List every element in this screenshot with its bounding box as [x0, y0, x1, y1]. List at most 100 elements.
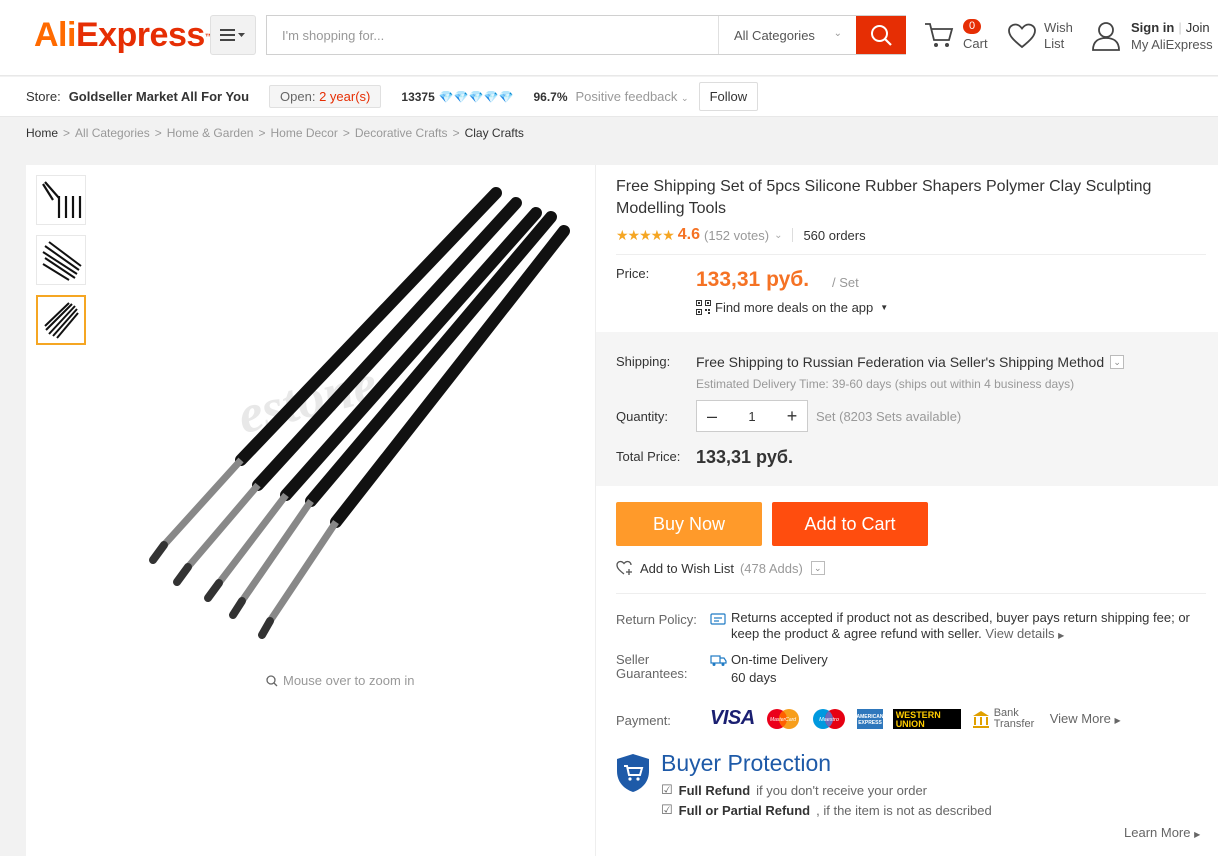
bank-transfer-logo: Bank Transfer — [971, 706, 1038, 730]
positive-feedback-dropdown[interactable]: Positive feedback ⌄ — [576, 89, 689, 104]
wish-list-label: Wish List — [1044, 20, 1073, 51]
return-policy-label: Return Policy: — [616, 612, 697, 627]
bank-transfer-text: Bank Transfer — [993, 706, 1035, 730]
search-button[interactable] — [856, 16, 906, 54]
store-bar: Store: Goldseller Market All For You Ope… — [0, 77, 1218, 117]
quantity-decrease-button[interactable]: – — [697, 401, 727, 431]
view-more-payments-link[interactable]: View More ▶ — [1050, 711, 1121, 726]
wish-list-link[interactable]: Wish List — [1007, 18, 1087, 58]
thumbnail-1[interactable] — [36, 175, 86, 225]
account-links: Sign in | Join — [1131, 20, 1210, 35]
full-refund-desc: if you don't receive your order — [756, 782, 928, 798]
rating-votes[interactable]: (152 votes) — [704, 228, 769, 243]
view-more-text: View More — [1049, 711, 1111, 726]
full-refund-title: Full Refund — [678, 782, 751, 798]
payment-label: Payment: — [616, 713, 671, 728]
product-title: Free Shipping Set of 5pcs Silicone Rubbe… — [616, 178, 1152, 217]
shipping-method-selector[interactable]: Free Shipping to Russian Federation via … — [696, 354, 1125, 370]
chevron-down-icon[interactable]: ⌄ — [1110, 355, 1125, 369]
search-bar: All Categories ⌄ — [266, 15, 906, 55]
category-select[interactable]: All Categories ⌄ — [718, 16, 856, 54]
product-main-image[interactable]: estone — [96, 165, 596, 665]
shipping-label: Shipping: — [616, 354, 671, 369]
chevron-down-icon[interactable]: ⌄ — [774, 230, 782, 241]
zoom-hint-text: Mouse over to zoom in — [283, 673, 415, 688]
hamburger-icon — [220, 29, 245, 41]
breadcrumb-all-categories[interactable]: All Categories — [75, 126, 150, 140]
product-thumbnail-image — [42, 181, 82, 218]
thumbnail-2[interactable] — [36, 235, 86, 285]
learn-more-link[interactable]: Learn More ▶ — [1124, 825, 1200, 840]
follow-button[interactable]: Follow — [698, 82, 759, 111]
product-main: estone Mouse over to zoom in — [26, 165, 1218, 856]
app-deals-link[interactable]: Find more deals on the app ▼ — [696, 300, 888, 315]
svg-text:EXPRESS: EXPRESS — [858, 720, 882, 726]
quantity-stepper: – 1 + — [696, 400, 808, 432]
cart-link[interactable]: 0 Cart — [923, 18, 1003, 58]
breadcrumb-decorative-crafts[interactable]: Decorative Crafts — [355, 126, 448, 140]
store-label: Store: — [26, 89, 61, 104]
chevron-down-icon: ⌄ — [833, 28, 842, 39]
quantity-available: Set (8203 Sets available) — [816, 409, 962, 424]
store-score: 13375 — [401, 89, 435, 104]
delivery-days: 60 days — [731, 670, 777, 685]
sign-in-link[interactable]: Sign in — [1131, 20, 1174, 35]
search-input[interactable] — [267, 16, 718, 54]
caret-right-icon: ▶ — [1194, 830, 1201, 839]
store-open-label: Open: — [280, 89, 316, 104]
chevron-down-icon[interactable]: ⌄ — [810, 561, 825, 575]
view-details-link[interactable]: View details ▶ — [985, 626, 1064, 641]
wishlist-count: (478 Adds) — [739, 560, 803, 576]
product-thumbnail-image — [44, 302, 79, 339]
magnifier-icon — [266, 674, 278, 686]
protection-row-full-refund: ☑ Full Refund if you don't receive your … — [661, 782, 927, 798]
quantity-input[interactable]: 1 — [727, 409, 777, 424]
account-menu[interactable]: Sign in | Join My AliExpress — [1090, 18, 1218, 58]
svg-text:Maestro: Maestro — [819, 717, 839, 723]
learn-more-text: Learn More — [1124, 825, 1191, 840]
divider — [616, 254, 1206, 255]
store-open-years: 2 year(s) — [319, 89, 371, 104]
divider — [616, 593, 1206, 594]
search-icon — [871, 25, 892, 46]
site-header: AliExpress™ All Categories ⌄ 0 Cart Wish… — [0, 0, 1218, 76]
add-to-cart-button[interactable]: Add to Cart — [772, 502, 928, 546]
on-time-delivery: On-time Delivery — [731, 652, 828, 667]
cart-label: Cart — [963, 36, 988, 51]
aliexpress-logo[interactable]: AliExpress™ — [34, 15, 214, 55]
buy-now-button[interactable]: Buy Now — [616, 502, 762, 546]
thumbnail-3-selected[interactable] — [36, 295, 86, 345]
caret-right-icon: ▶ — [1114, 716, 1121, 725]
maestro-logo: Maestro — [812, 708, 845, 729]
price-unit: / Set — [832, 275, 859, 290]
breadcrumb-home[interactable]: Home — [26, 126, 58, 140]
view-details-text: View details — [985, 626, 1055, 641]
return-policy-description: Returns accepted if product not as descr… — [731, 610, 1190, 641]
tool-2 — [173, 197, 522, 586]
positive-feedback-label: Positive feedback — [575, 89, 678, 104]
my-aliexpress-link[interactable]: My AliExpress — [1131, 37, 1213, 52]
breadcrumb-clay-crafts[interactable]: Clay Crafts — [465, 126, 524, 140]
shipping-destination-text: to Russian Federation via Seller's Shipp… — [783, 354, 1105, 370]
product-thumbnail-image — [42, 241, 82, 281]
breadcrumb-home-decor[interactable]: Home Decor — [270, 126, 337, 140]
add-to-wishlist[interactable]: Add to Wish List (478 Adds) ⌄ — [616, 560, 825, 576]
quantity-label: Quantity: — [616, 409, 669, 424]
cart-icon — [925, 23, 954, 47]
store-name-link[interactable]: Goldseller Market All For You — [69, 89, 249, 104]
breadcrumb: Home > All Categories > Home & Garden > Home D… — [26, 126, 524, 140]
breadcrumb-home-garden[interactable]: Home & Garden — [167, 126, 254, 140]
column-divider — [595, 165, 596, 856]
payment-methods: VISA MasterCard Maestro AMERICAN EXPRESS … — [710, 707, 1121, 730]
cart-count-badge: 0 — [963, 19, 982, 34]
product-price: 133,31 руб. — [696, 268, 810, 291]
visa-logo: VISA — [710, 707, 755, 729]
categories-menu-button[interactable] — [210, 15, 256, 55]
total-price-label: Total Price: — [616, 449, 681, 464]
partial-refund-desc: , if the item is not as described — [816, 802, 992, 818]
quantity-increase-button[interactable]: + — [777, 401, 807, 431]
thumbnail-list — [36, 175, 86, 355]
heart-icon — [1008, 23, 1036, 49]
checkbox-checked-icon: ☑ — [661, 802, 673, 817]
join-link[interactable]: Join — [1186, 20, 1210, 35]
